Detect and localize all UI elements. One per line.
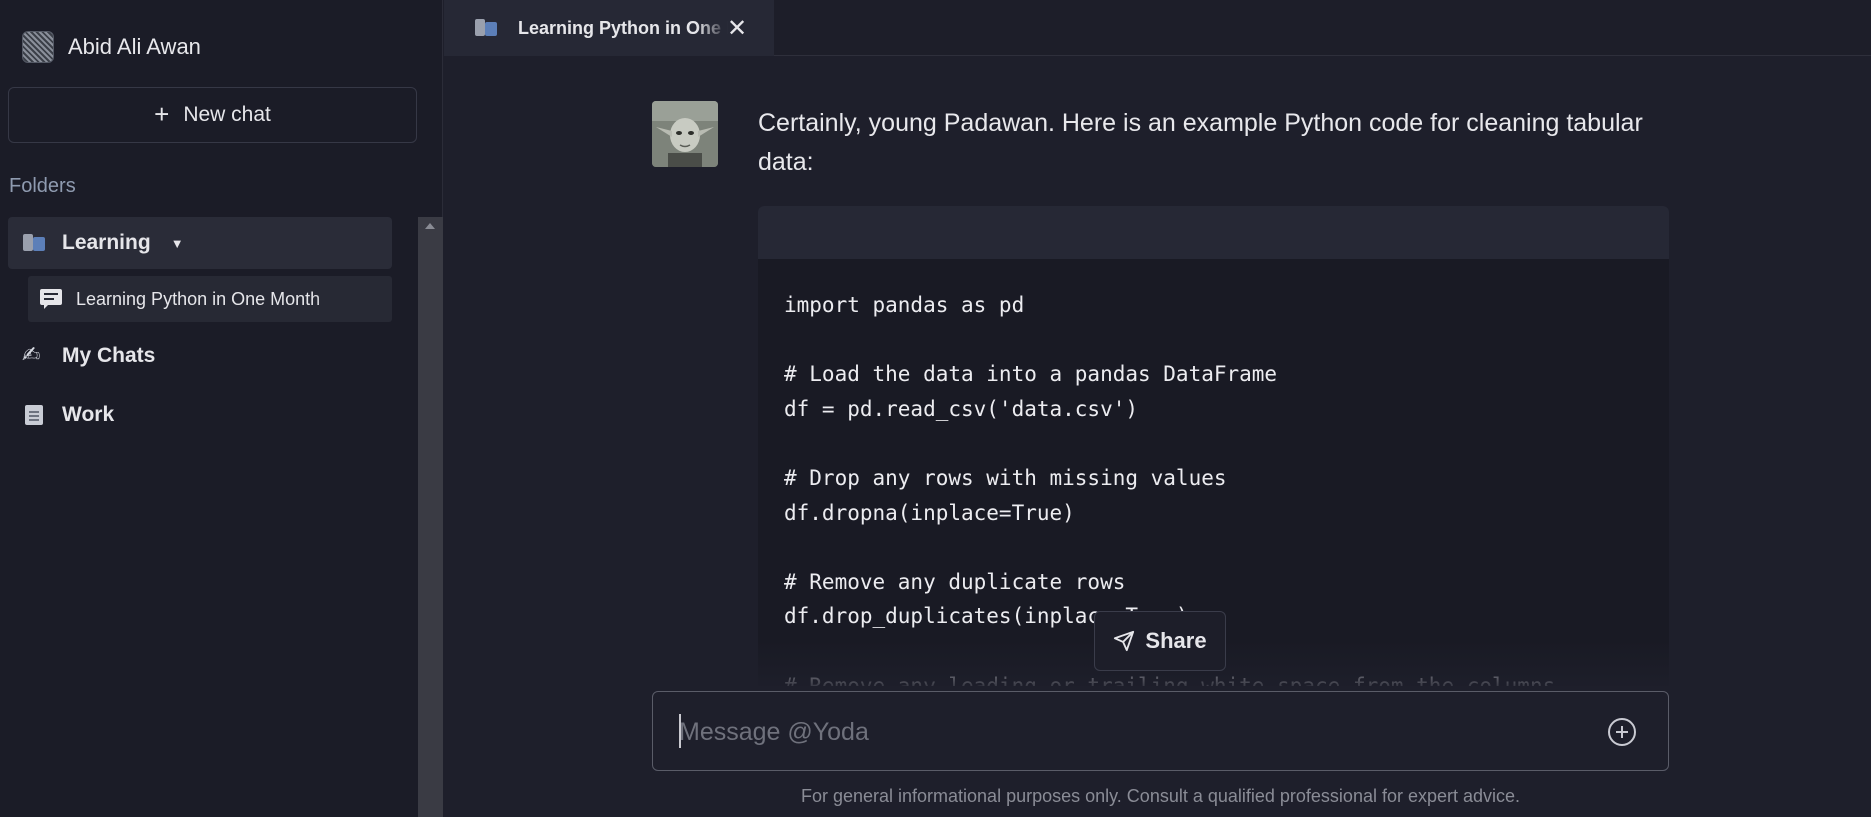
new-chat-label: New chat	[183, 103, 271, 126]
office-building-icon	[22, 403, 48, 427]
sidebar: Abid Ali Awan + New chat Folders Learnin…	[0, 0, 443, 817]
writing-hand-icon	[22, 343, 48, 368]
message-icon	[40, 289, 62, 309]
code-block-header	[758, 206, 1669, 259]
caret-down-icon[interactable]: ▼	[171, 236, 184, 251]
code-line: import pandas as pd	[784, 293, 1025, 317]
chat-item-learning-python[interactable]: Learning Python in One Month	[28, 276, 392, 322]
code-line: # Remove any duplicate rows	[784, 569, 1126, 594]
user-name: Abid Ali Awan	[68, 34, 201, 59]
folders-heading: Folders	[9, 175, 76, 197]
code-line: # Load the data into a pandas DataFrame	[784, 362, 1278, 387]
yoda-avatar	[652, 101, 718, 167]
tab-bar: Learning Python in One Month ✕	[444, 0, 1871, 56]
code-line: # Drop any rows with missing values	[784, 465, 1227, 490]
close-icon[interactable]: ✕	[727, 14, 747, 42]
folder-label: Learning	[62, 231, 151, 254]
plus-icon: +	[154, 99, 170, 129]
folder-label: Work	[62, 403, 115, 426]
assistant-message-text: Certainly, young Padawan. Here is an exa…	[758, 109, 1643, 176]
user-avatar	[22, 31, 54, 63]
scroll-up-arrow-icon[interactable]	[425, 223, 435, 229]
books-icon	[22, 231, 48, 255]
chat-item-label: Learning Python in One Month	[76, 288, 321, 309]
share-label: Share	[1145, 628, 1207, 653]
tab-title: Learning Python in One Month	[518, 17, 728, 38]
user-profile[interactable]: Abid Ali Awan	[22, 30, 201, 64]
message-composer[interactable]	[652, 691, 1669, 771]
add-circle-icon[interactable]	[1608, 718, 1636, 746]
message-input[interactable]	[679, 710, 1579, 754]
code-line: df = pd.read_csv('data.csv')	[784, 396, 1139, 421]
folder-label: My Chats	[62, 344, 156, 367]
folder-my-chats[interactable]: My Chats	[8, 330, 392, 382]
tab-learning-python[interactable]: Learning Python in One Month ✕	[444, 0, 774, 56]
share-button[interactable]: Share	[1094, 611, 1226, 671]
folder-work[interactable]: Work	[8, 389, 392, 441]
code-line: df.dropna(inplace=True)	[784, 500, 1075, 525]
disclaimer-text: For general informational purposes only.…	[800, 786, 1521, 806]
folder-learning[interactable]: Learning ▼	[8, 217, 392, 269]
sidebar-scrollbar[interactable]	[418, 217, 443, 817]
send-icon	[1114, 630, 1135, 652]
books-icon	[474, 16, 500, 40]
new-chat-button[interactable]: + New chat	[8, 87, 417, 143]
